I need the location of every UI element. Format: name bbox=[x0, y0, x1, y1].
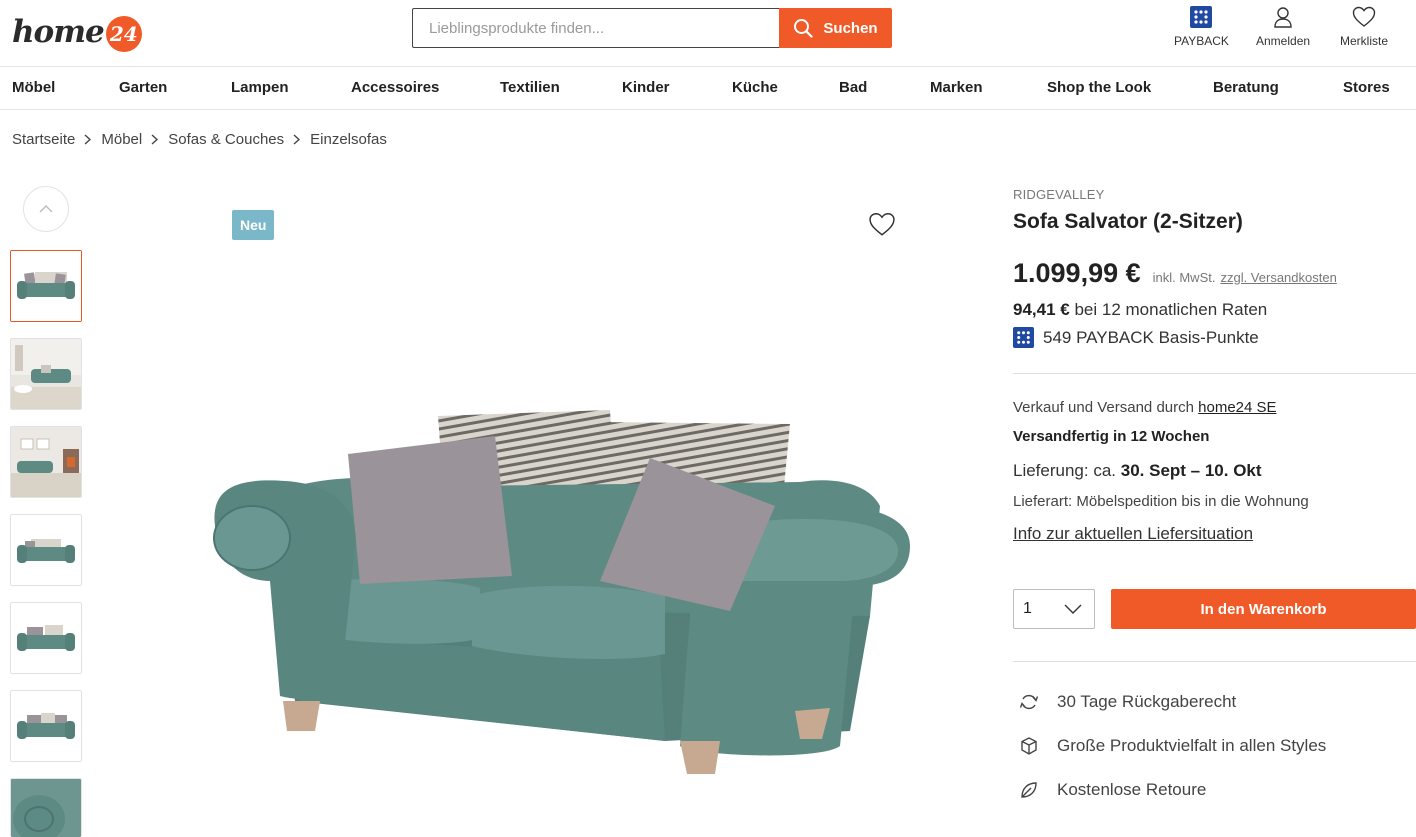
chevron-right-icon bbox=[151, 134, 159, 145]
thumbnail-2[interactable] bbox=[10, 338, 82, 410]
heart-icon bbox=[869, 212, 895, 236]
leaf-icon bbox=[1017, 780, 1041, 800]
breadcrumb-moebel[interactable]: Möbel bbox=[101, 131, 142, 148]
nav-item-accessoires[interactable]: Accessoires bbox=[351, 79, 439, 96]
product-title: Sofa Salvator (2-Sitzer) bbox=[1013, 210, 1243, 233]
logo-wordmark: home bbox=[12, 14, 105, 50]
thumbnail-1[interactable] bbox=[10, 250, 82, 322]
product-price: 1.099,99 € bbox=[1013, 258, 1141, 288]
search-icon bbox=[794, 19, 814, 38]
wishlist-link[interactable]: Merkliste bbox=[1340, 6, 1388, 48]
thumbnail-7[interactable] bbox=[10, 778, 82, 837]
chevron-down-icon bbox=[1064, 604, 1082, 614]
seller-prefix: Verkauf und Versand durch bbox=[1013, 399, 1199, 416]
divider bbox=[1013, 373, 1416, 374]
product-brand[interactable]: RIDGEVALLEY bbox=[1013, 187, 1105, 202]
payback-link[interactable]: PAYBACK bbox=[1174, 6, 1229, 48]
nav-item-garten[interactable]: Garten bbox=[119, 79, 167, 96]
login-label: Anmelden bbox=[1256, 34, 1311, 48]
shipping-ready-text: Versandfertig in 12 Wochen bbox=[1013, 428, 1210, 445]
search-input[interactable] bbox=[412, 8, 779, 48]
box-icon bbox=[1017, 736, 1041, 756]
payback-icon bbox=[1190, 6, 1213, 28]
nav-item-lampen[interactable]: Lampen bbox=[231, 79, 289, 96]
chevron-right-icon bbox=[293, 134, 301, 145]
nav-item-beratung[interactable]: Beratung bbox=[1213, 79, 1279, 96]
delivery-estimate: Lieferung: ca. 30. Sept – 10. Okt bbox=[1013, 461, 1262, 481]
shipping-costs-link[interactable]: zzgl. Versandkosten bbox=[1220, 270, 1336, 285]
thumbnail-4[interactable] bbox=[10, 514, 82, 586]
seller-info: Verkauf und Versand durch home24 SE bbox=[1013, 399, 1277, 416]
search-button[interactable]: Suchen bbox=[779, 8, 892, 48]
add-to-cart-button[interactable]: In den Warenkorb bbox=[1111, 589, 1416, 629]
delivery-type: Lieferart: Möbelspedition bis in die Woh… bbox=[1013, 493, 1309, 510]
nav-item-kueche[interactable]: Küche bbox=[732, 79, 778, 96]
logo-badge: 24 bbox=[105, 16, 142, 52]
price-row: 1.099,99 € inkl. MwSt. zzgl. Versandkost… bbox=[1013, 258, 1337, 289]
chevron-right-icon bbox=[84, 134, 92, 145]
delivery-dates: 30. Sept – 10. Okt bbox=[1120, 461, 1262, 480]
nav-item-textilien[interactable]: Textilien bbox=[500, 79, 560, 96]
thumbnail-3[interactable] bbox=[10, 426, 82, 498]
feature-variety: Große Produktvielfalt in allen Styles bbox=[1017, 736, 1326, 756]
delivery-prefix: Lieferung: ca. bbox=[1013, 461, 1121, 480]
feature-variety-label: Große Produktvielfalt in allen Styles bbox=[1057, 736, 1327, 755]
installment-amount: 94,41 € bbox=[1013, 300, 1070, 319]
search-button-label: Suchen bbox=[823, 19, 878, 37]
divider bbox=[1013, 661, 1416, 662]
chevron-up-icon bbox=[39, 205, 53, 213]
breadcrumb-einzelsofas[interactable]: Einzelsofas bbox=[310, 131, 387, 148]
thumbnail-5[interactable] bbox=[10, 602, 82, 674]
nav-item-kinder[interactable]: Kinder bbox=[622, 79, 670, 96]
nav-item-moebel[interactable]: Möbel bbox=[12, 79, 55, 96]
feature-free-return: Kostenlose Retoure bbox=[1017, 780, 1206, 800]
feature-free-return-label: Kostenlose Retoure bbox=[1057, 780, 1207, 799]
nav-item-marken[interactable]: Marken bbox=[930, 79, 983, 96]
nav-item-shop-the-look[interactable]: Shop the Look bbox=[1047, 79, 1151, 96]
nav-item-stores[interactable]: Stores bbox=[1343, 79, 1390, 96]
feature-return-label: 30 Tage Rückgaberecht bbox=[1057, 692, 1237, 711]
installment-text: bei 12 monatlichen Raten bbox=[1069, 300, 1268, 319]
add-to-wishlist-button[interactable] bbox=[866, 208, 898, 240]
breadcrumb: Startseite Möbel Sofas & Couches Einzels… bbox=[12, 131, 387, 148]
breadcrumb-sofas[interactable]: Sofas & Couches bbox=[168, 131, 284, 148]
feature-return: 30 Tage Rückgaberecht bbox=[1017, 692, 1236, 712]
return-icon bbox=[1017, 692, 1041, 712]
nav-item-bad[interactable]: Bad bbox=[839, 79, 867, 96]
product-main-image[interactable] bbox=[150, 186, 950, 837]
user-icon bbox=[1274, 7, 1292, 28]
payback-points-text: 549 PAYBACK Basis-Punkte bbox=[1043, 327, 1259, 347]
search-bar: Suchen bbox=[412, 8, 892, 48]
installment-info: 94,41 € bei 12 monatlichen Raten bbox=[1013, 300, 1267, 320]
delivery-info-link[interactable]: Info zur aktuellen Liefersituation bbox=[1013, 524, 1253, 544]
site-header: home 24 Suchen PAYBACK Anmelden Merklist… bbox=[0, 0, 1416, 66]
seller-link[interactable]: home24 SE bbox=[1198, 399, 1276, 416]
thumbnail-6[interactable] bbox=[10, 690, 82, 762]
payback-points-row: 549 PAYBACK Basis-Punkte bbox=[1013, 327, 1259, 348]
quantity-value: 1 bbox=[1023, 600, 1032, 617]
main-nav: Möbel Garten Lampen Accessoires Textilie… bbox=[0, 66, 1416, 110]
login-link[interactable]: Anmelden bbox=[1256, 6, 1310, 48]
payback-label: PAYBACK bbox=[1174, 34, 1229, 48]
thumbnail-scroll-up-button[interactable] bbox=[23, 186, 69, 232]
new-badge: Neu bbox=[232, 210, 275, 240]
breadcrumb-startseite[interactable]: Startseite bbox=[12, 131, 75, 148]
tax-note: inkl. MwSt. bbox=[1152, 270, 1216, 285]
payback-icon bbox=[1013, 327, 1034, 348]
wishlist-label: Merkliste bbox=[1340, 34, 1389, 48]
quantity-select[interactable]: 1 bbox=[1013, 589, 1095, 629]
home24-logo[interactable]: home 24 bbox=[12, 12, 142, 52]
heart-icon bbox=[1352, 6, 1376, 27]
